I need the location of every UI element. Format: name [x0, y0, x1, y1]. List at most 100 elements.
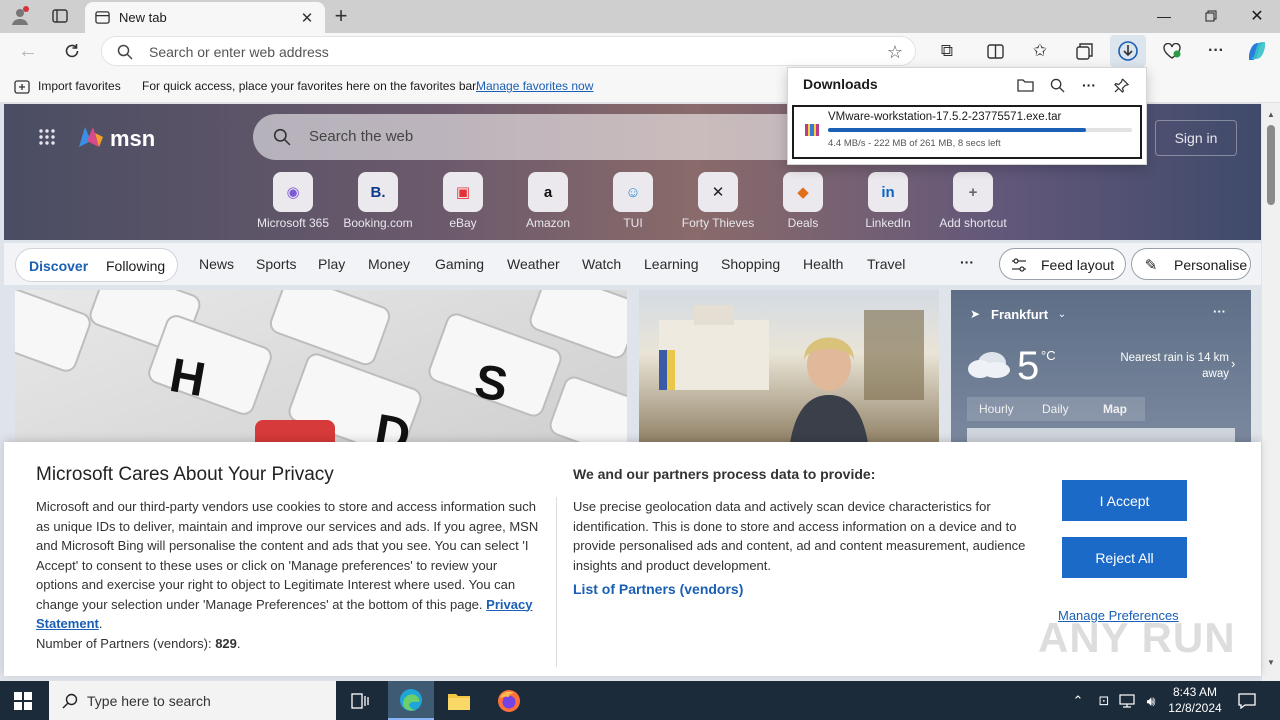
privacy-consent-banner: Microsoft Cares About Your Privacy Micro… [4, 442, 1261, 676]
weather-card[interactable]: ➤ Frankfurt ⌄ ··· 5 °C Nearest rain is 1… [951, 290, 1251, 450]
reject-all-button[interactable]: Reject All [1062, 537, 1187, 578]
shortcut-tile-icon: ▣ [443, 172, 483, 212]
refresh-icon[interactable] [60, 39, 84, 63]
task-view-icon[interactable] [348, 689, 372, 713]
favorite-star-icon[interactable]: ☆ [884, 41, 906, 63]
download-item[interactable]: VMware-workstation-17.5.2-23775571.exe.t… [792, 105, 1142, 159]
open-folder-icon[interactable] [1014, 74, 1036, 96]
accept-label: I Accept [1099, 492, 1150, 509]
weather-more-icon[interactable]: ··· [1213, 304, 1226, 319]
weather-tab-hourly[interactable]: Hourly [979, 402, 1014, 416]
scroll-up-arrow[interactable]: ▲ [1266, 109, 1276, 119]
profile-icon[interactable] [8, 5, 32, 27]
volume-icon[interactable]: 🔊︎ [1140, 691, 1162, 711]
clock[interactable]: 8:43 AM 12/8/2024 [1166, 684, 1224, 716]
nav-item-health[interactable]: Health [803, 256, 843, 272]
msn-search-icon [271, 126, 293, 148]
tab-new-tab[interactable]: New tab ✕ [85, 2, 325, 33]
location-chevron-icon[interactable]: ⌄ [1055, 307, 1069, 321]
sign-in-label: Sign in [1174, 130, 1218, 146]
network-icon[interactable] [1117, 691, 1137, 711]
nav-item-watch[interactable]: Watch [582, 256, 621, 272]
nav-item-money[interactable]: Money [368, 256, 410, 272]
weather-tab-daily[interactable]: Daily [1042, 402, 1069, 416]
scroll-thumb[interactable] [1267, 125, 1275, 205]
weather-tabs: Hourly Daily Map [967, 397, 1145, 421]
weather-location[interactable]: Frankfurt [991, 307, 1048, 322]
shortcut-add-shortcut[interactable]: + Add shortcut [933, 172, 1013, 230]
more-categories-icon[interactable]: ··· [960, 254, 974, 270]
back-arrow-icon[interactable]: ← [16, 39, 40, 63]
close-tab-icon[interactable]: ✕ [297, 8, 317, 28]
page-scrollbar[interactable]: ▲ ▼ [1262, 103, 1280, 681]
shortcut-deals[interactable]: ◆ Deals [763, 172, 843, 230]
nav-item-learning[interactable]: Learning [644, 256, 699, 272]
manage-favorites-link[interactable]: Manage favorites now [476, 79, 593, 93]
copilot-icon[interactable] [1244, 38, 1270, 64]
browser-essentials-icon[interactable] [1160, 39, 1184, 63]
taskbar-search-icon [61, 692, 79, 710]
tab-actions-icon[interactable] [48, 5, 72, 27]
personalise-button[interactable]: ✎ Personalise [1131, 248, 1251, 280]
import-favorites-icon[interactable] [13, 77, 31, 95]
import-favorites-button[interactable]: Import favorites [38, 79, 121, 93]
extensions-icon[interactable]: ⧉ [935, 39, 959, 63]
new-tab-button[interactable]: + [330, 3, 352, 28]
clock-date: 12/8/2024 [1168, 701, 1222, 715]
favorites-icon[interactable]: ✩ [1028, 39, 1052, 63]
settings-more-icon[interactable]: ··· [1204, 39, 1228, 63]
sign-in-button[interactable]: Sign in [1155, 120, 1237, 156]
downloads-icon[interactable] [1110, 35, 1146, 67]
show-hidden-icons-chevron[interactable]: ⌃ [1068, 691, 1088, 711]
nav-item-sports[interactable]: Sports [256, 256, 296, 272]
firefox-icon[interactable] [494, 687, 524, 715]
shortcut-amazon[interactable]: a Amazon [508, 172, 588, 230]
search-downloads-icon[interactable] [1046, 74, 1068, 96]
feed-layout-button[interactable]: Feed layout [999, 248, 1126, 280]
windows-start-icon[interactable] [10, 689, 36, 713]
accept-button[interactable]: I Accept [1062, 480, 1187, 521]
news-card-keyboard-image[interactable]: H D S [15, 290, 627, 450]
shortcut-tui[interactable]: ☺ TUI [593, 172, 673, 230]
nav-item-play[interactable]: Play [318, 256, 345, 272]
notification-center-icon[interactable] [1236, 690, 1258, 712]
restore-button[interactable] [1197, 4, 1225, 28]
network-drive-icon[interactable]: ⊡ [1094, 691, 1114, 711]
scroll-down-arrow[interactable]: ▼ [1266, 657, 1276, 667]
apps-grid-icon[interactable] [36, 126, 58, 148]
pin-icon[interactable] [1110, 74, 1132, 96]
shortcut-label: Forty Thieves [681, 216, 755, 230]
shortcut-microsoft-365[interactable]: ◉ Microsoft 365 [253, 172, 333, 230]
shortcut-linkedin[interactable]: in LinkedIn [848, 172, 928, 230]
tab-following[interactable]: Following [106, 258, 165, 274]
vendors-list-link[interactable]: List of Partners (vendors) [573, 581, 743, 597]
file-explorer-icon[interactable] [444, 687, 474, 715]
nav-item-gaming[interactable]: Gaming [435, 256, 484, 272]
msn-search-box[interactable]: Search the web [253, 114, 813, 160]
split-screen-icon[interactable] [983, 39, 1007, 63]
shortcut-tile-icon: + [953, 172, 993, 212]
close-window-button[interactable]: ✕ [1243, 4, 1271, 28]
shortcut-label: Add shortcut [939, 216, 1007, 230]
discover-following-toggle: Discover Following [15, 248, 178, 282]
location-arrow-icon: ➤ [969, 307, 981, 321]
address-bar[interactable]: Search or enter web address ☆ [101, 36, 916, 66]
shortcut-booking-com[interactable]: B. Booking.com [338, 172, 418, 230]
edge-taskbar-icon[interactable] [388, 681, 434, 720]
more-options-icon[interactable]: ··· [1078, 74, 1100, 96]
collections-icon[interactable] [1072, 39, 1096, 63]
shortcut-forty-thieves[interactable]: ✕ Forty Thieves [678, 172, 758, 230]
taskbar-search-box[interactable]: Type here to search [49, 681, 336, 720]
nav-item-shopping[interactable]: Shopping [721, 256, 780, 272]
news-card-photo[interactable] [639, 290, 939, 450]
shortcut-ebay[interactable]: ▣ eBay [423, 172, 503, 230]
nav-item-weather[interactable]: Weather [507, 256, 560, 272]
tab-discover[interactable]: Discover [29, 258, 88, 274]
weather-tab-map[interactable]: Map [1103, 402, 1127, 416]
taskbar-search-placeholder: Type here to search [87, 693, 211, 709]
weather-chevron-right-icon[interactable]: › [1231, 356, 1235, 371]
nav-item-travel[interactable]: Travel [867, 256, 905, 272]
weather-unit: °C [1041, 348, 1056, 363]
minimize-button[interactable]: — [1150, 4, 1178, 28]
nav-item-news[interactable]: News [199, 256, 234, 272]
